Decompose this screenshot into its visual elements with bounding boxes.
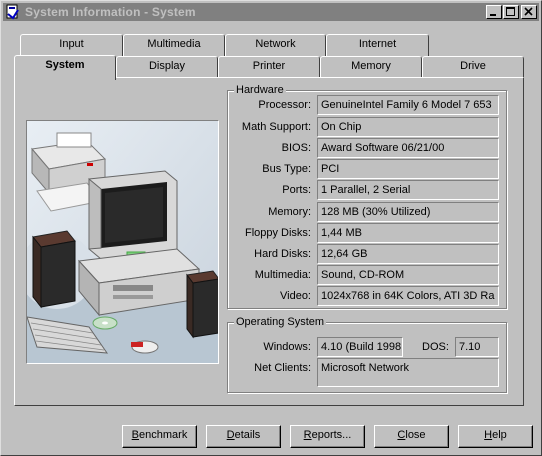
windows-label: Windows:: [263, 341, 311, 353]
ports-field: 1 Parallel, 2 Serial: [317, 180, 499, 200]
tab-drive[interactable]: Drive: [422, 56, 524, 78]
windows-version-field: 4.10 (Build 1998: [317, 337, 403, 357]
floppy-disks-label: Floppy Disks:: [244, 227, 311, 239]
multimedia-field: Sound, CD-ROM: [317, 265, 499, 285]
tab-printer[interactable]: Printer: [218, 56, 320, 78]
hard-disks-label: Hard Disks:: [254, 248, 311, 260]
title-bar[interactable]: System Information - System: [3, 3, 539, 21]
tab-network[interactable]: Network: [225, 34, 326, 56]
help-button[interactable]: Help: [458, 425, 533, 448]
details-button[interactable]: Details: [206, 425, 281, 448]
dos-label: DOS:: [422, 341, 449, 353]
dos-version-field: 7.10: [455, 337, 499, 357]
multimedia-label: Multimedia:: [254, 269, 311, 281]
tab-multimedia[interactable]: Multimedia: [123, 34, 225, 56]
bios-field: Award Software 06/21/00: [317, 138, 499, 158]
tab-memory[interactable]: Memory: [320, 56, 422, 78]
tab-input[interactable]: Input: [20, 34, 123, 56]
math-support-field: On Chip: [317, 117, 499, 137]
tab-system[interactable]: System: [14, 55, 116, 80]
benchmark-button[interactable]: Benchmark: [122, 425, 197, 448]
system-information-window: System Information - System Input Multim…: [0, 0, 542, 456]
close-button[interactable]: Close: [374, 425, 449, 448]
app-icon: [5, 4, 21, 20]
maximize-button[interactable]: [503, 5, 519, 19]
math-support-label: Math Support:: [241, 121, 311, 133]
tab-display[interactable]: Display: [116, 56, 218, 78]
ports-label: Ports:: [282, 184, 311, 196]
video-label: Video:: [280, 290, 311, 302]
minimize-button[interactable]: [486, 5, 502, 19]
computer-illustration: [26, 120, 219, 364]
bus-type-label: Bus Type:: [262, 163, 311, 175]
window-title: System Information - System: [25, 5, 196, 19]
net-clients-label: Net Clients:: [254, 362, 311, 374]
reports-button[interactable]: Reports...: [290, 425, 365, 448]
close-window-button[interactable]: [521, 5, 537, 19]
memory-label: Memory:: [268, 206, 311, 218]
floppy-disks-field: 1,44 MB: [317, 223, 499, 243]
bios-label: BIOS:: [281, 142, 311, 154]
operating-system-group-label: Operating System: [234, 315, 327, 329]
tab-internet[interactable]: Internet: [326, 34, 429, 56]
bus-type-field: PCI: [317, 159, 499, 179]
video-field: 1024x768 in 64K Colors, ATI 3D Ra: [317, 286, 499, 306]
net-clients-field: Microsoft Network: [317, 358, 499, 387]
processor-field: GenuineIntel Family 6 Model 7 653: [317, 95, 499, 115]
processor-label: Processor:: [258, 99, 311, 111]
hardware-group-label: Hardware: [234, 83, 286, 97]
memory-field: 128 MB (30% Utilized): [317, 202, 499, 222]
hard-disks-field: 12,64 GB: [317, 244, 499, 264]
